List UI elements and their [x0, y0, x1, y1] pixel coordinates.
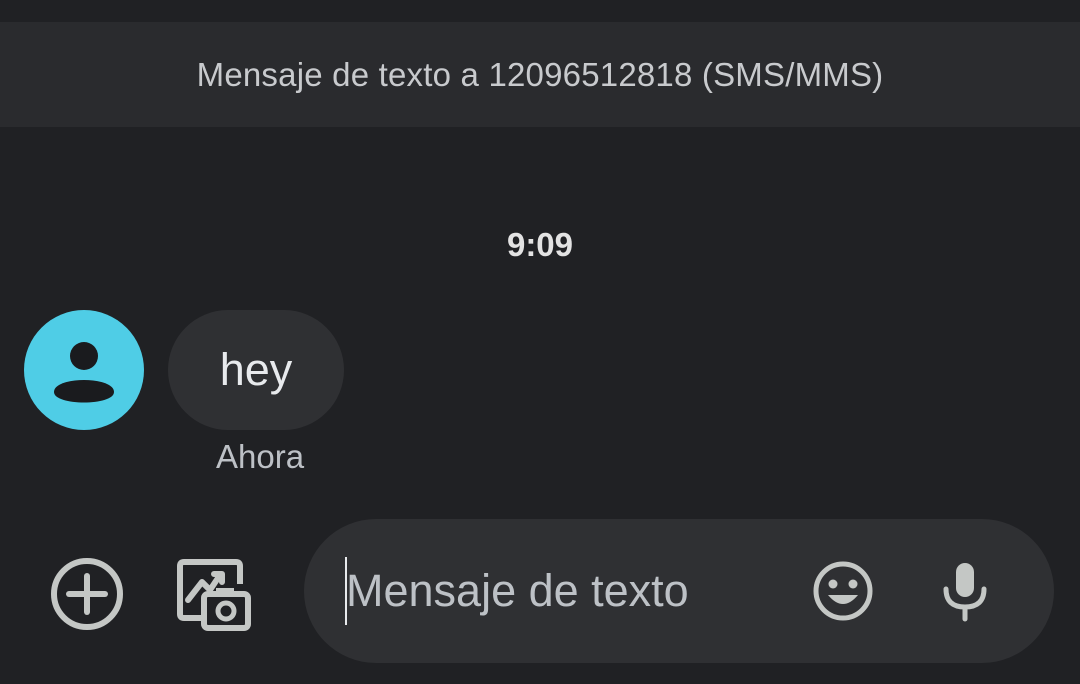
emoji-icon	[813, 561, 873, 621]
text-caret	[345, 557, 347, 625]
add-attachment-button[interactable]	[46, 553, 128, 635]
recipient-banner: Mensaje de texto a 12096512818 (SMS/MMS)	[0, 22, 1080, 127]
microphone-button[interactable]	[934, 559, 996, 623]
microphone-icon	[943, 563, 987, 622]
person-icon	[54, 342, 114, 403]
conversation-screen: Mensaje de texto a 12096512818 (SMS/MMS)…	[0, 0, 1080, 684]
emoji-button[interactable]	[808, 559, 878, 623]
message-time: Ahora	[216, 438, 305, 475]
plus-circle-icon	[51, 558, 123, 630]
top-strip	[0, 0, 1080, 22]
message-composer	[304, 519, 1054, 663]
conversation-timestamp: 9:09	[506, 226, 574, 263]
message-text: hey	[219, 344, 293, 395]
avatar[interactable]	[24, 310, 144, 430]
gallery-camera-icon	[177, 559, 251, 631]
message-input[interactable]	[346, 559, 786, 623]
message-bubble[interactable]: hey	[168, 310, 344, 430]
gallery-camera-button[interactable]	[172, 553, 254, 635]
banner-text: Mensaje de texto a 12096512818 (SMS/MMS)	[196, 55, 884, 93]
